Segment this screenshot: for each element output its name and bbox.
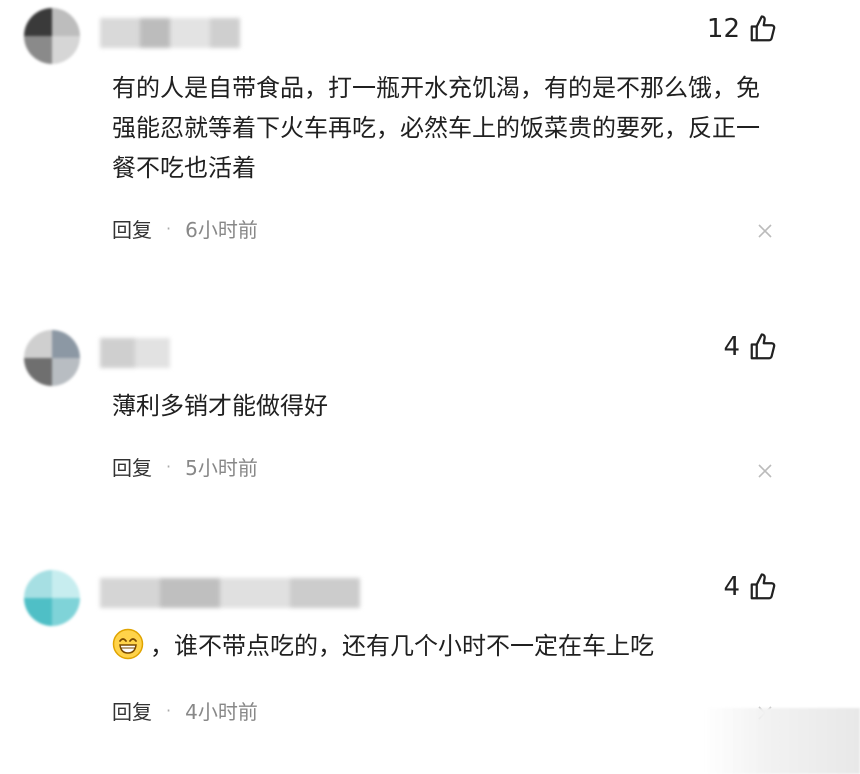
thumbs-up-icon — [750, 15, 776, 42]
grin-emoji — [112, 628, 144, 660]
thumbs-up-icon — [750, 333, 776, 360]
avatar[interactable] — [24, 8, 80, 64]
like-button[interactable]: 4 — [723, 572, 778, 602]
like-button[interactable]: 12 — [707, 14, 778, 44]
comment-text: 薄利多销才能做得好 — [112, 392, 328, 420]
close-icon[interactable] — [756, 222, 774, 240]
username[interactable] — [100, 338, 170, 368]
reply-button[interactable]: 回复 — [112, 452, 152, 481]
separator-dot: · — [166, 219, 172, 238]
comment-text: ，谁不带点吃的，还有几个小时不一定在车上吃 — [112, 626, 772, 666]
reply-button[interactable]: 回复 — [112, 214, 152, 243]
separator-dot: · — [166, 457, 172, 476]
like-count: 4 — [723, 332, 740, 362]
avatar[interactable] — [24, 570, 80, 626]
like-button[interactable]: 4 — [723, 332, 778, 362]
timestamp: 4小时前 — [185, 700, 258, 724]
username[interactable] — [100, 578, 360, 608]
comment-text-body: ，谁不带点吃的，还有几个小时不一定在车上吃 — [150, 632, 654, 660]
avatar[interactable] — [24, 330, 80, 386]
separator-dot: · — [166, 701, 172, 720]
thumbs-up-icon — [750, 573, 776, 600]
comment-meta: 回复 · 6小时前 — [112, 214, 258, 243]
watermark — [704, 708, 860, 774]
like-count: 12 — [706, 14, 740, 44]
comment-text: 有的人是自带食品，打一瓶开水充饥渴，有的是不那么饿，免强能忍就等着下火车再吃，必… — [112, 74, 760, 182]
username[interactable] — [100, 18, 240, 48]
comment-meta: 回复 · 5小时前 — [112, 452, 258, 481]
reply-button[interactable]: 回复 — [112, 696, 152, 725]
like-count: 4 — [723, 572, 740, 602]
comment-meta: 回复 · 4小时前 — [112, 696, 258, 725]
timestamp: 5小时前 — [185, 456, 258, 480]
timestamp: 6小时前 — [185, 218, 258, 242]
close-icon[interactable] — [756, 462, 774, 480]
